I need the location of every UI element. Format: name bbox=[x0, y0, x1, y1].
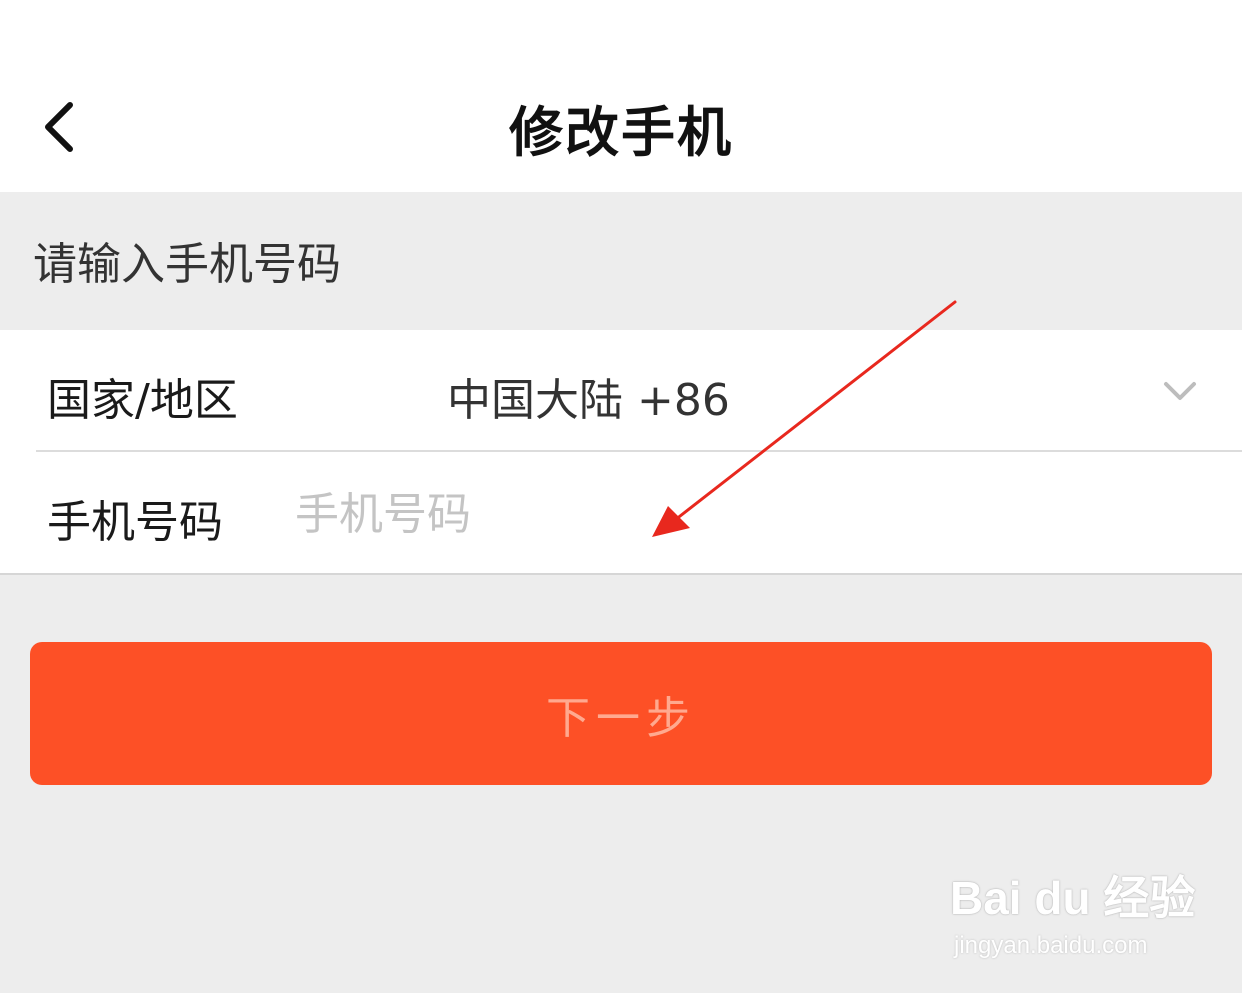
phone-label: 手机号码 bbox=[47, 497, 223, 548]
region-label: 国家/地区 bbox=[47, 375, 238, 426]
next-step-button[interactable]: 下一步 bbox=[30, 642, 1212, 785]
region-selector[interactable]: 国家/地区 中国大陆 +86 bbox=[0, 330, 1242, 452]
page-title: 修改手机 bbox=[509, 101, 733, 164]
region-value: 中国大陆 +86 bbox=[447, 375, 730, 426]
watermark-url: jingyan.baidu.com bbox=[954, 932, 1148, 959]
phone-form: 国家/地区 中国大陆 +86 手机号码 bbox=[0, 330, 1242, 575]
watermark-logo: Bai du 经验 bbox=[950, 872, 1196, 924]
chevron-down-icon bbox=[1164, 382, 1196, 400]
baidu-jingyan-watermark: Bai du 经验 jingyan.baidu.com bbox=[950, 862, 1195, 972]
phone-number-input[interactable] bbox=[295, 474, 1195, 554]
navigation-bar: 修改手机 bbox=[0, 0, 1242, 192]
section-hint: 请输入手机号码 bbox=[33, 239, 341, 290]
phone-row: 手机号码 bbox=[0, 452, 1242, 573]
